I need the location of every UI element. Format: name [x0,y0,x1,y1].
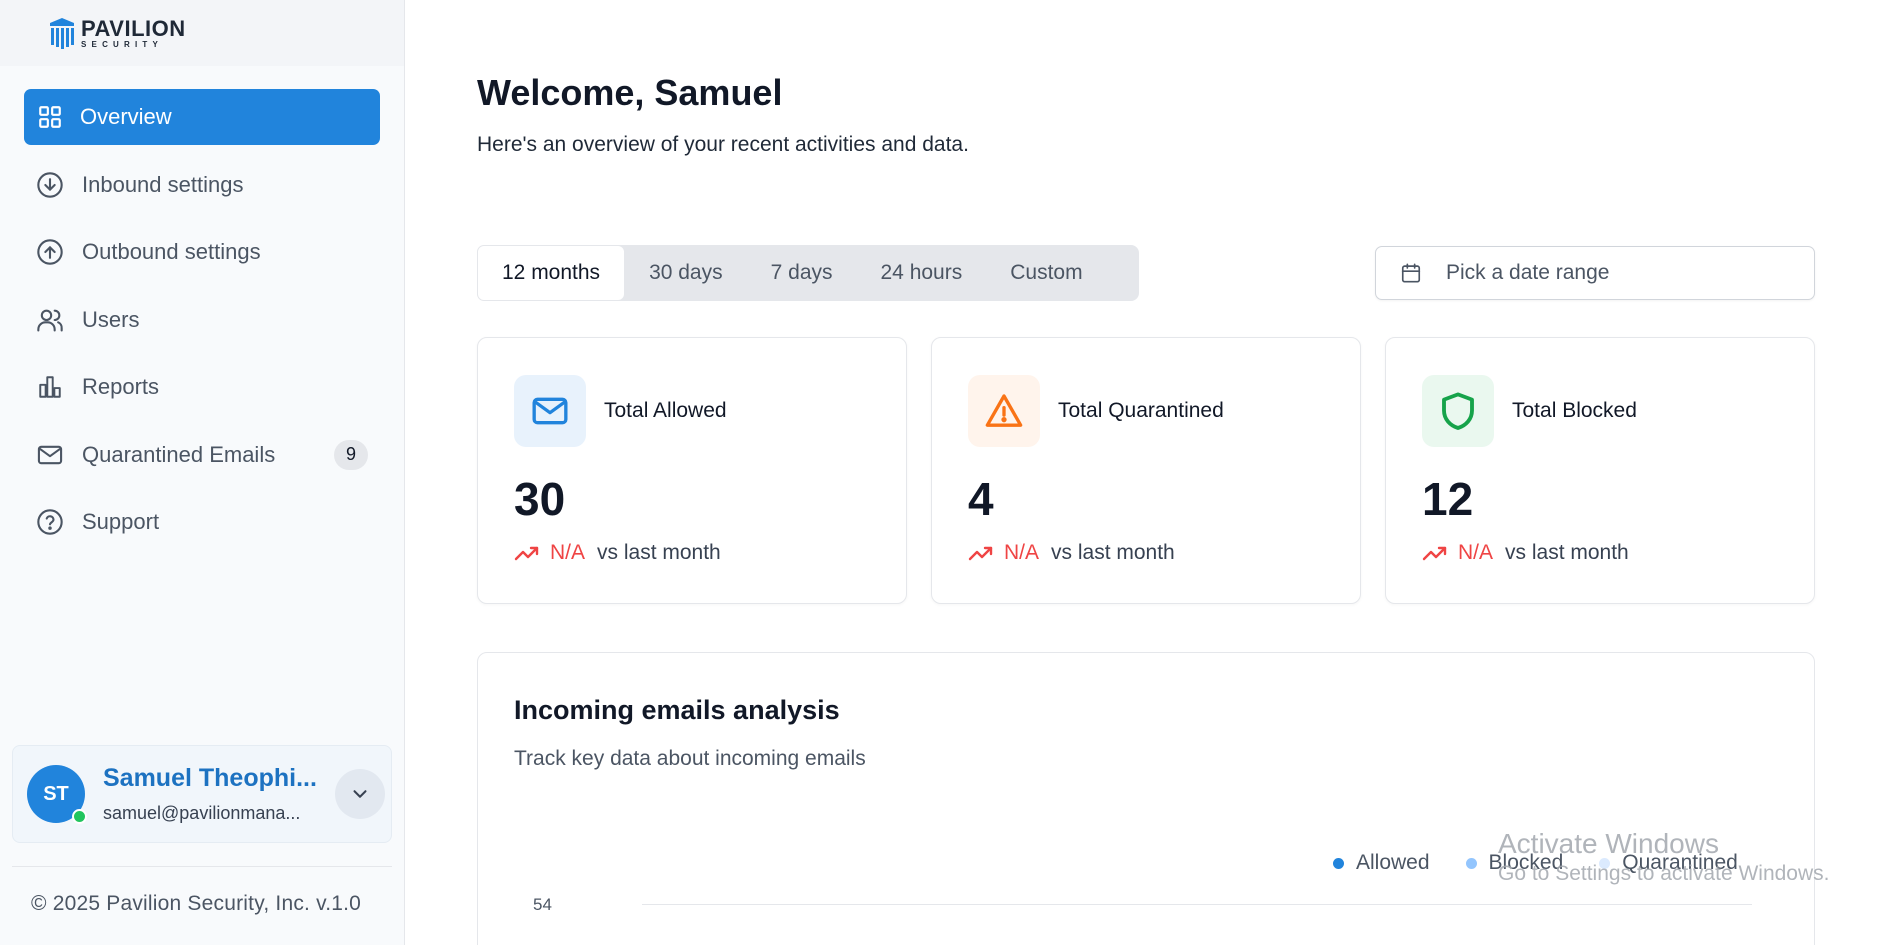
legend-dot [1599,857,1611,869]
incoming-emails-analysis-card: Incoming emails analysis Track key data … [477,652,1815,945]
date-range-placeholder: Pick a date range [1446,261,1610,284]
sidebar-item-label: Quarantined Emails [82,441,276,467]
stat-trend-label: vs last month [1505,541,1629,564]
stat-icon-box [1422,375,1494,447]
page-subtitle: Here's an overview of your recent activi… [477,133,969,156]
stat-value: 12 [1422,473,1474,525]
shield-icon [1442,392,1474,430]
legend-label: Allowed [1356,851,1430,874]
pavilion-logo-icon [50,18,74,49]
sidebar-item-reports[interactable]: Reports [24,359,380,415]
trend-up-icon [1422,546,1447,561]
quarantine-count-badge: 9 [334,439,368,470]
stat-card-allowed: Total Allowed 30 N/A vs last month [477,337,907,604]
trend-up-icon [968,546,993,561]
legend-item-blocked[interactable]: Blocked [1465,851,1564,875]
arrow-up-circle-icon [36,238,64,266]
sidebar-divider [12,866,392,867]
stat-value: 4 [968,473,994,525]
stat-icon-box [968,375,1040,447]
analysis-subtitle: Track key data about incoming emails [514,747,866,770]
stat-title: Total Allowed [604,399,727,422]
sidebar-item-label: Support [82,509,160,534]
stat-trend-value: N/A [550,541,586,564]
avatar-initials: ST [43,782,69,805]
user-menu-button[interactable] [335,769,385,819]
stat-card-quarantined: Total Quarantined 4 N/A vs last month [931,337,1361,604]
y-axis-tick: 54 [533,895,552,914]
warning-icon [985,394,1023,427]
stat-trend: N/A vs last month [968,541,1175,565]
app-root: PAVILION SECURITY Overview Inbound setti… [0,0,1888,945]
help-circle-icon [36,508,64,536]
sidebar-item-outbound-settings[interactable]: Outbound settings [24,224,380,280]
sidebar-item-inbound-settings[interactable]: Inbound settings [24,157,380,213]
stat-trend: N/A vs last month [514,541,721,565]
calendar-icon [1401,263,1421,283]
tab-12-months[interactable]: 12 months [477,245,626,301]
chart-gridline [642,904,1752,905]
stat-card-blocked: Total Blocked 12 N/A vs last month [1385,337,1815,604]
legend-label: Quarantined [1622,851,1738,874]
user-name: Samuel Theophi... [103,764,317,792]
stat-icon-box [514,375,586,447]
brand-logo[interactable]: PAVILION SECURITY [0,0,404,66]
sidebar: PAVILION SECURITY Overview Inbound setti… [0,0,405,945]
sidebar-item-support[interactable]: Support [24,494,380,550]
users-icon [36,306,64,334]
stat-value: 30 [514,473,566,525]
sidebar-item-overview[interactable]: Overview [24,89,380,145]
sidebar-item-label: Users [82,306,140,332]
brand-tagline: SECURITY [81,39,164,49]
mail-icon [532,397,568,425]
arrow-down-circle-icon [36,171,64,199]
stat-trend-label: vs last month [1051,541,1175,564]
sidebar-item-label: Inbound settings [82,171,244,197]
sidebar-item-label: Reports [82,374,160,399]
bar-chart-icon [36,373,64,401]
stats-row: Total Allowed 30 N/A vs last month Total… [477,337,1815,604]
legend-dot [1333,857,1344,869]
user-email: samuel@pavilionmana... [103,803,301,823]
mail-icon [36,441,64,469]
stat-trend: N/A vs last month [1422,541,1629,565]
stat-title: Total Blocked [1512,399,1637,422]
grid-icon [36,103,64,131]
copyright-text: © 2025 Pavilion Security, Inc. v.1.0 [31,892,362,915]
stat-trend-label: vs last month [597,541,721,564]
sidebar-nav: Overview Inbound settings Outbound setti… [24,89,380,562]
legend-dot [1465,857,1477,869]
sidebar-item-users[interactable]: Users [24,292,380,348]
sidebar-item-label: Overview [80,104,172,129]
page-title: Welcome, Samuel [477,72,783,113]
date-range-picker[interactable]: Pick a date range [1375,246,1815,300]
online-status-dot [72,809,87,824]
legend-item-allowed[interactable]: Allowed [1333,851,1430,875]
legend-item-quarantined[interactable]: Quarantined [1599,851,1738,875]
time-range-tabs: 12 months 30 days 7 days 24 hours Custom [477,245,1139,301]
user-card[interactable]: ST Samuel Theophi... samuel@pavilionmana… [12,745,392,843]
main-content: Welcome, Samuel Here's an overview of yo… [405,0,1888,945]
legend-label: Blocked [1488,851,1564,874]
trend-up-icon [514,546,539,561]
stat-title: Total Quarantined [1058,399,1224,422]
sidebar-item-quarantined-emails[interactable]: Quarantined Emails 9 [24,427,380,483]
stat-trend-value: N/A [1458,541,1494,564]
sidebar-item-label: Outbound settings [82,239,261,264]
avatar: ST [27,765,87,824]
analysis-title: Incoming emails analysis [514,695,840,725]
stat-trend-value: N/A [1004,541,1040,564]
chart-legend: Allowed Blocked Quarantined [1333,851,1774,875]
chevron-down-icon [353,790,367,798]
tab-24-hours[interactable]: 24 hours [857,245,987,301]
tab-7-days[interactable]: 7 days [747,245,857,301]
brand-name: PAVILION [81,15,186,41]
tab-30-days[interactable]: 30 days [625,245,747,301]
tab-custom[interactable]: Custom [986,245,1106,301]
